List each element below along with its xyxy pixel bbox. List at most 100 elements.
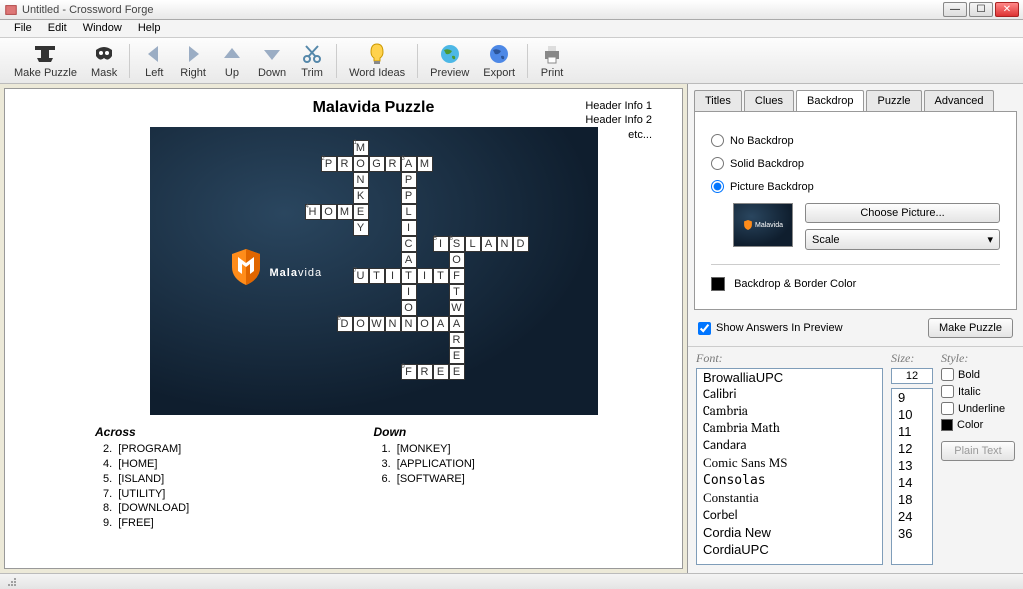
crossword-cell: A xyxy=(433,316,449,332)
print-button[interactable]: Print xyxy=(534,40,570,81)
crossword-cell: T xyxy=(433,268,449,284)
size-item[interactable]: 11 xyxy=(892,423,932,440)
toolbar-separator xyxy=(129,44,130,78)
picture-backdrop-label[interactable]: Picture Backdrop xyxy=(730,181,814,193)
tab-puzzle[interactable]: Puzzle xyxy=(866,90,921,111)
grip-icon xyxy=(6,576,18,588)
menu-file[interactable]: File xyxy=(6,20,40,37)
underline-checkbox[interactable] xyxy=(941,402,954,415)
font-item[interactable]: Comic Sans MS xyxy=(697,454,882,472)
plain-text-button[interactable]: Plain Text xyxy=(941,441,1015,461)
picture-backdrop-radio-row[interactable]: Picture Backdrop xyxy=(711,180,1000,193)
menu-edit[interactable]: Edit xyxy=(40,20,75,37)
arrow-down-icon xyxy=(260,42,284,66)
crossword-cell: I xyxy=(385,268,401,284)
size-item[interactable]: 14 xyxy=(892,474,932,491)
color-swatch[interactable] xyxy=(941,419,953,431)
tab-advanced[interactable]: Advanced xyxy=(924,90,995,111)
font-label: Font: xyxy=(696,351,883,366)
tab-backdrop[interactable]: Backdrop xyxy=(796,90,864,111)
word-ideas-button[interactable]: Word Ideas xyxy=(343,40,411,81)
crossword-cell: T xyxy=(401,268,417,284)
show-answers-checkbox[interactable] xyxy=(698,322,711,335)
border-color-label: Backdrop & Border Color xyxy=(734,278,856,290)
font-item[interactable]: Cordia New xyxy=(697,524,882,541)
right-button[interactable]: Right xyxy=(174,40,212,81)
solid-backdrop-radio-row[interactable]: Solid Backdrop xyxy=(711,157,1000,170)
menu-window[interactable]: Window xyxy=(75,20,130,37)
font-item[interactable]: CordiaUPC xyxy=(697,541,882,558)
solid-backdrop-radio[interactable] xyxy=(711,157,724,170)
crossword-cell: D xyxy=(513,236,529,252)
clues-down: Down 1. [MONKEY]3. [APPLICATION]6. [SOFT… xyxy=(374,425,653,531)
size-item[interactable]: 10 xyxy=(892,406,932,423)
size-item[interactable]: 13 xyxy=(892,457,932,474)
size-item[interactable]: 36 xyxy=(892,525,932,542)
down-button[interactable]: Down xyxy=(252,40,292,81)
size-item[interactable]: 24 xyxy=(892,508,932,525)
crossword-cell: E xyxy=(449,348,465,364)
crossword-cell: R xyxy=(337,156,353,172)
clue-line: 7. [UTILITY] xyxy=(103,487,374,502)
size-listbox[interactable]: 91011121314182436 xyxy=(891,388,933,565)
font-item[interactable]: Candara xyxy=(697,437,882,454)
close-button[interactable]: ✕ xyxy=(995,2,1019,17)
globe-green-icon xyxy=(438,42,462,66)
no-backdrop-radio-row[interactable]: No Backdrop xyxy=(711,134,1000,147)
font-item[interactable]: Calibri xyxy=(697,386,882,403)
toolbar-separator xyxy=(527,44,528,78)
bold-row[interactable]: Bold xyxy=(941,368,1015,381)
font-item[interactable]: Constantia xyxy=(697,489,882,507)
crossword-cell: D8 xyxy=(337,316,353,332)
no-backdrop-radio[interactable] xyxy=(711,134,724,147)
header-line: Header Info 1 xyxy=(585,99,652,113)
arrow-up-icon xyxy=(220,42,244,66)
picture-thumbnail[interactable]: Malavida xyxy=(733,203,793,247)
clues-section: Across 2. [PROGRAM]4. [HOME]5. [ISLAND]7… xyxy=(95,425,652,531)
tab-titles[interactable]: Titles xyxy=(694,90,742,111)
font-item[interactable]: BrowalliaUPC xyxy=(697,369,882,386)
font-listbox[interactable]: BrowalliaUPCCalibriCambriaCambria MathCa… xyxy=(696,368,883,565)
size-item[interactable]: 9 xyxy=(892,389,932,406)
font-item[interactable]: Consolas xyxy=(697,472,882,489)
menu-help[interactable]: Help xyxy=(130,20,169,37)
picture-backdrop-radio[interactable] xyxy=(711,180,724,193)
maximize-button[interactable]: ☐ xyxy=(969,2,993,17)
choose-picture-button[interactable]: Choose Picture... xyxy=(805,203,1000,223)
italic-checkbox[interactable] xyxy=(941,385,954,398)
bold-checkbox[interactable] xyxy=(941,368,954,381)
tab-clues[interactable]: Clues xyxy=(744,90,794,111)
size-item[interactable]: 18 xyxy=(892,491,932,508)
border-color-swatch[interactable] xyxy=(711,277,725,291)
font-item[interactable]: Corbel xyxy=(697,507,882,524)
font-item[interactable]: Cambria Math xyxy=(697,420,882,437)
mask-button[interactable]: Mask xyxy=(85,40,123,81)
crossword-cell: I xyxy=(417,268,433,284)
make-puzzle-button[interactable]: Make Puzzle xyxy=(8,40,83,81)
clue-line: 1. [MONKEY] xyxy=(382,442,653,457)
make-puzzle-button[interactable]: Make Puzzle xyxy=(928,318,1013,338)
no-backdrop-label[interactable]: No Backdrop xyxy=(730,135,794,147)
scale-select[interactable]: Scale ▾ xyxy=(805,229,1000,250)
left-button[interactable]: Left xyxy=(136,40,172,81)
size-input[interactable]: 12 xyxy=(891,368,933,384)
crossword-cell: P xyxy=(401,172,417,188)
size-item[interactable]: 12 xyxy=(892,440,932,457)
crossword-cell: H4 xyxy=(305,204,321,220)
show-answers-label[interactable]: Show Answers In Preview xyxy=(716,322,843,334)
export-button[interactable]: Export xyxy=(477,40,521,81)
crossword-cell: F xyxy=(449,268,465,284)
minimize-button[interactable]: — xyxy=(943,2,967,17)
up-button[interactable]: Up xyxy=(214,40,250,81)
mask-icon xyxy=(92,42,116,66)
italic-row[interactable]: Italic xyxy=(941,385,1015,398)
clues-across: Across 2. [PROGRAM]4. [HOME]5. [ISLAND]7… xyxy=(95,425,374,531)
color-row[interactable]: Color xyxy=(941,419,1015,431)
crossword-cell: U7 xyxy=(353,268,369,284)
font-item[interactable]: Cambria xyxy=(697,403,882,420)
trim-button[interactable]: Trim xyxy=(294,40,330,81)
solid-backdrop-label[interactable]: Solid Backdrop xyxy=(730,158,804,170)
border-color-row[interactable]: Backdrop & Border Color xyxy=(711,277,1000,291)
preview-button[interactable]: Preview xyxy=(424,40,475,81)
underline-row[interactable]: Underline xyxy=(941,402,1015,415)
